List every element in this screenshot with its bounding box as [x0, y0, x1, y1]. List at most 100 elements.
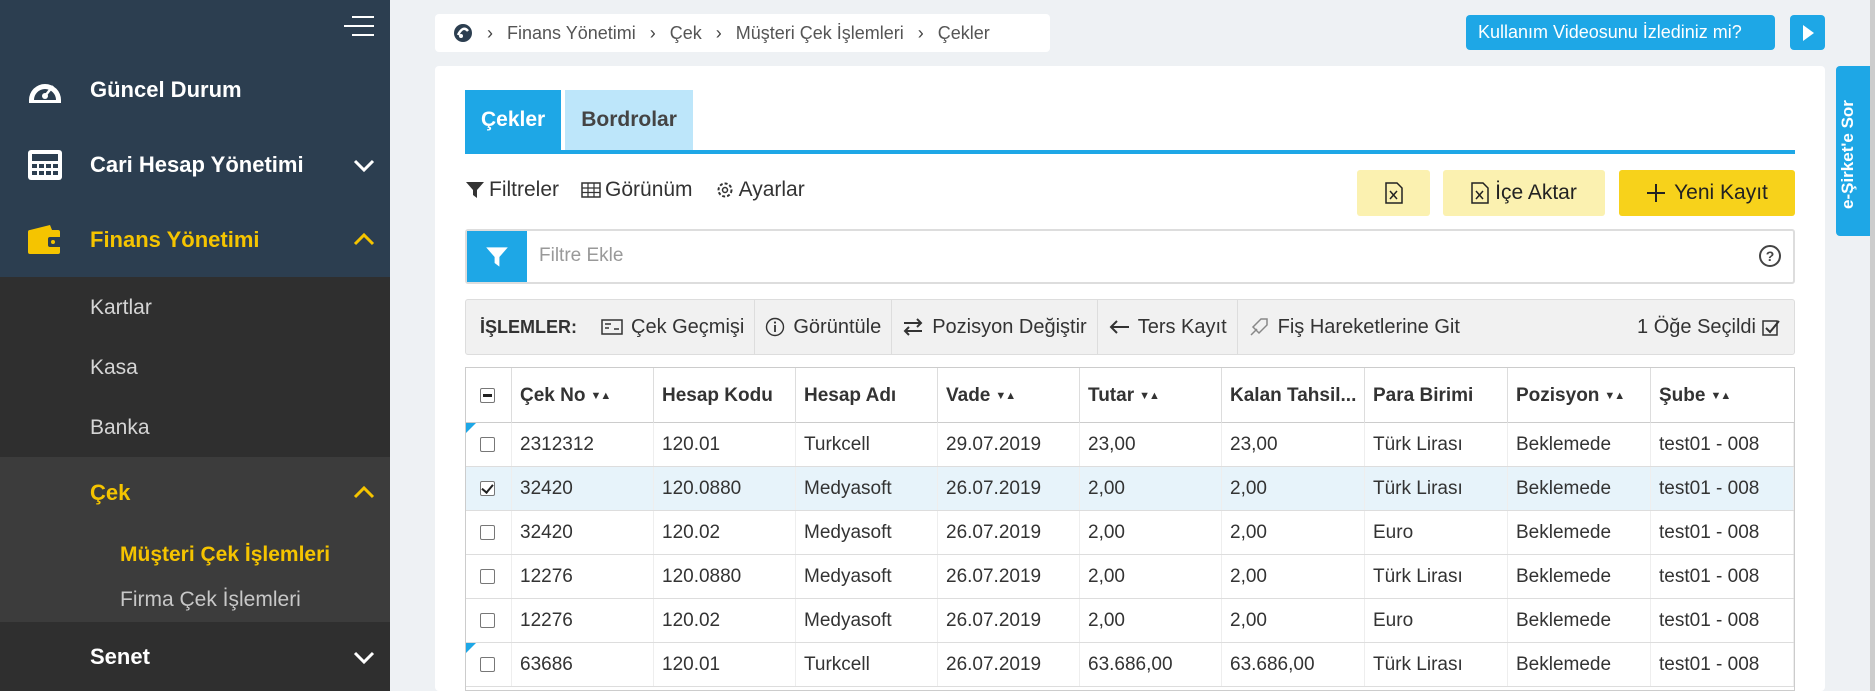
cell-hesap-adi: Medyasoft [796, 555, 938, 598]
col-label: Şube [1659, 384, 1706, 406]
settings-link[interactable]: Ayarlar [715, 178, 805, 202]
tab-bordrolar[interactable]: Bordrolar [565, 90, 693, 150]
cell-hesap-adi: Medyasoft [796, 599, 938, 642]
cell-para-birimi: Türk Lirası [1365, 643, 1508, 686]
cell-vade: 26.07.2019 [938, 555, 1080, 598]
sidebar-subitem-musteri-cek[interactable]: Müşteri Çek İşlemleri [120, 543, 330, 567]
history-card-icon [601, 319, 623, 335]
sort-icon[interactable]: ▼▲ [1710, 390, 1731, 402]
cell-hesap-kodu: 120.0880 [654, 467, 796, 510]
cell-cek-no: 63686 [512, 643, 654, 686]
cell-pozisyon: Beklemede [1508, 555, 1651, 598]
table-row[interactable]: 63686 120.01 Turkcell 26.07.2019 63.686,00 63… [466, 643, 1794, 687]
col-kalan[interactable]: Kalan Tahsil... [1222, 368, 1365, 423]
sidebar-item-cari-hesap[interactable]: Cari Hesap Yönetimi [0, 127, 390, 202]
funnel-icon [466, 182, 484, 198]
view-link[interactable]: Görünüm [581, 178, 693, 202]
col-sube[interactable]: Şube ▼▲ [1651, 368, 1794, 423]
ask-company-tab[interactable]: e-Şirket'e Sor [1836, 66, 1872, 236]
col-para-birimi[interactable]: Para Birimi [1365, 368, 1508, 423]
sort-icon[interactable]: ▼▲ [590, 390, 611, 402]
page-scrollbar[interactable] [1870, 0, 1875, 691]
sidebar-subitem-kasa[interactable]: Kasa [90, 356, 138, 380]
row-checkbox[interactable] [480, 525, 495, 540]
filter-input[interactable]: Filtre Ekle [539, 245, 623, 267]
col-label: Vade [946, 384, 991, 406]
cell-hesap-adi: Medyasoft [796, 511, 938, 554]
row-checkbox[interactable] [480, 613, 495, 628]
new-record-button[interactable]: Yeni Kayıt [1619, 170, 1795, 216]
sort-icon[interactable]: ▼▲ [1139, 390, 1160, 402]
cell-hesap-adi: Turkcell [796, 423, 938, 466]
row-checkbox[interactable] [480, 481, 495, 496]
breadcrumb-item[interactable]: Çek [670, 23, 702, 44]
table-row[interactable]: 32420 120.0880 Medyasoft 26.07.2019 2,00 2,00… [466, 467, 1794, 511]
checks-table: Çek No ▼▲ Hesap Kodu Hesap Adı Vade ▼▲ Tut… [465, 367, 1795, 691]
sidebar-item-senet[interactable]: Senet [0, 622, 390, 691]
help-icon[interactable]: ? [1759, 245, 1781, 267]
col-cek-no[interactable]: Çek No ▼▲ [512, 368, 654, 423]
cell-cek-no: 12276 [512, 599, 654, 642]
sidebar-subitem-banka[interactable]: Banka [90, 416, 150, 440]
sort-icon[interactable]: ▼▲ [1604, 390, 1625, 402]
row-select-cell [466, 467, 512, 510]
tab-cekler[interactable]: Çekler [465, 90, 562, 150]
col-pozisyon[interactable]: Pozisyon ▼▲ [1508, 368, 1651, 423]
cell-kalan: 23,00 [1222, 423, 1365, 466]
col-label: Para Birimi [1373, 384, 1474, 406]
breadcrumb-item[interactable]: Finans Yönetimi [507, 23, 636, 44]
operations-label: İŞLEMLER: [480, 316, 577, 337]
row-flag-marker [466, 423, 476, 433]
cell-cek-no: 2312312 [512, 423, 654, 466]
reverse-entry-label: Ters Kayıt [1137, 315, 1227, 338]
filters-link[interactable]: Filtreler [465, 178, 559, 202]
cell-para-birimi: Türk Lirası [1365, 555, 1508, 598]
excel-export-button[interactable] [1357, 170, 1430, 216]
row-select-cell [466, 555, 512, 598]
sort-icon[interactable]: ▼▲ [995, 390, 1016, 402]
sidebar-item-guncel-durum[interactable]: Güncel Durum [0, 52, 390, 127]
sidebar: Güncel Durum Cari Hesap Yönetimi Finans … [0, 0, 390, 691]
sidebar-subitem-kartlar[interactable]: Kartlar [90, 296, 152, 320]
row-select-cell [466, 511, 512, 554]
row-checkbox[interactable] [480, 569, 495, 584]
table-icon [581, 182, 601, 198]
cell-sube: test01 - 008 [1651, 599, 1794, 642]
play-icon[interactable] [1790, 15, 1825, 50]
breadcrumb-item[interactable]: Müşteri Çek İşlemleri [736, 23, 904, 44]
sidebar-item-cek[interactable]: Çek [0, 457, 390, 529]
view-button[interactable]: Görüntüle [755, 299, 893, 355]
toolbar-links: Filtreler Görünüm Ayarlar [465, 178, 827, 202]
table-row[interactable]: 12276 120.0880 Medyasoft 26.07.2019 2,00 2,00… [466, 555, 1794, 599]
cell-para-birimi: Türk Lirası [1365, 423, 1508, 466]
hamburger-icon[interactable] [344, 16, 374, 38]
table-row[interactable]: 12276 120.02 Medyasoft 26.07.2019 2,00 2,00 Eu… [466, 599, 1794, 643]
table-row[interactable]: 32420 120.02 Medyasoft 26.07.2019 2,00 2,00 Eu… [466, 511, 1794, 555]
chevron-up-icon [353, 485, 375, 499]
filter-bar: Filtre Ekle ? [465, 229, 1795, 284]
cell-pozisyon: Beklemede [1508, 423, 1651, 466]
col-hesap-kodu[interactable]: Hesap Kodu [654, 368, 796, 423]
col-tutar[interactable]: Tutar ▼▲ [1080, 368, 1222, 423]
cell-kalan: 2,00 [1222, 555, 1365, 598]
reverse-entry-button[interactable]: Ters Kayıt [1098, 299, 1238, 355]
video-help-button[interactable]: Kullanım Videosunu İzlediniz mi? [1466, 15, 1775, 50]
cell-hesap-kodu: 120.01 [654, 643, 796, 686]
table-row[interactable]: 2312312 120.01 Turkcell 29.07.2019 23,00 23,0… [466, 423, 1794, 467]
row-checkbox[interactable] [480, 657, 495, 672]
home-logo-icon[interactable] [453, 23, 473, 43]
import-button[interactable]: İçe Aktar [1443, 170, 1605, 216]
change-position-button[interactable]: Pozisyon Değiştir [892, 299, 1098, 355]
col-hesap-adi[interactable]: Hesap Adı [796, 368, 938, 423]
sidebar-item-finans-yonetimi[interactable]: Finans Yönetimi [0, 202, 390, 277]
filter-toggle-button[interactable] [467, 231, 527, 282]
tab-underline [465, 150, 1795, 154]
sidebar-subitem-firma-cek[interactable]: Firma Çek İşlemleri [120, 588, 301, 612]
select-all-cell [466, 368, 512, 423]
go-to-slip-button[interactable]: Fiş Hareketlerine Git [1238, 299, 1470, 355]
col-vade[interactable]: Vade ▼▲ [938, 368, 1080, 423]
cell-tutar: 63.686,00 [1080, 643, 1222, 686]
row-checkbox[interactable] [480, 437, 495, 452]
check-history-button[interactable]: Çek Geçmişi [591, 299, 756, 355]
select-all-checkbox[interactable] [480, 388, 495, 403]
